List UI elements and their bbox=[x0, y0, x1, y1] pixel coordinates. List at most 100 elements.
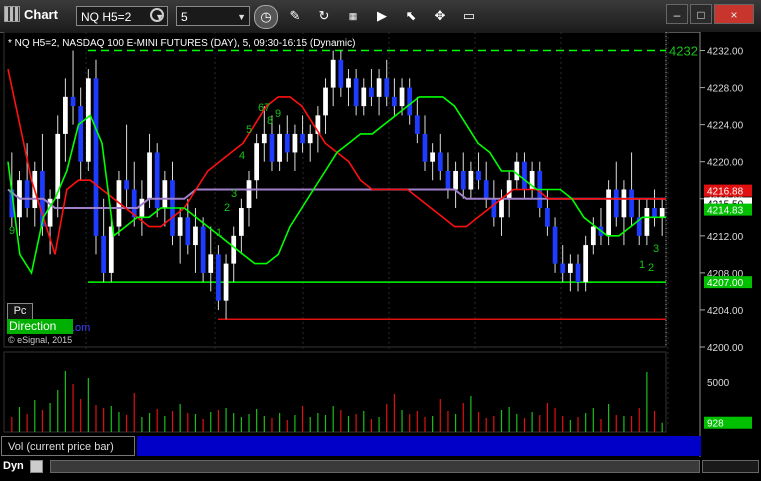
candle-body bbox=[522, 161, 527, 190]
price-chart[interactable]: 67 9854321931 24232 4232.004228.004224.0042… bbox=[0, 32, 761, 457]
candle-body bbox=[422, 133, 428, 162]
chart-info-text: * NQ H5=2, NASDAQ 100 E-MINI FUTURES (DA… bbox=[8, 38, 356, 49]
candle-body bbox=[606, 189, 611, 236]
candle-body bbox=[277, 133, 282, 162]
pc-label[interactable]: Pc bbox=[7, 303, 33, 320]
price-tick-label: 4200.00 bbox=[707, 343, 744, 354]
candle-body bbox=[346, 78, 351, 88]
gear-icon[interactable] bbox=[150, 8, 164, 22]
candle-body bbox=[361, 87, 367, 107]
candle-body bbox=[93, 78, 99, 236]
setup-count-label: 2 bbox=[648, 262, 654, 274]
candle-body bbox=[430, 152, 436, 162]
candle-body bbox=[621, 189, 627, 218]
candle-body bbox=[216, 254, 221, 301]
candle-body bbox=[24, 180, 30, 209]
crosshair-icon[interactable]: ✥ bbox=[429, 5, 451, 27]
candle-body bbox=[231, 235, 237, 264]
candle-body bbox=[567, 263, 573, 273]
candle-body bbox=[300, 133, 305, 144]
horizontal-scrollbar[interactable] bbox=[50, 460, 700, 473]
cursor-icon[interactable]: ⬉ bbox=[400, 5, 422, 27]
chevron-down-icon[interactable]: ▼ bbox=[237, 7, 246, 27]
setup-count-label: 5 bbox=[246, 124, 252, 136]
candle-body bbox=[101, 235, 107, 273]
candle-body bbox=[200, 226, 206, 273]
candle-body bbox=[476, 170, 481, 181]
price-tick-label: 4220.00 bbox=[707, 158, 744, 169]
candle-body bbox=[78, 106, 84, 162]
candle-body bbox=[445, 170, 451, 190]
candle-body bbox=[323, 87, 328, 116]
setup-count-label: 67 bbox=[258, 102, 270, 114]
candle-body bbox=[193, 226, 198, 246]
candle-body bbox=[269, 133, 275, 162]
setup-count-label: 4 bbox=[239, 150, 245, 162]
play-icon[interactable]: ▶ bbox=[371, 5, 393, 27]
scrollbar-track-right[interactable] bbox=[702, 460, 759, 473]
candle-body bbox=[590, 226, 596, 246]
candle-body bbox=[208, 254, 214, 273]
zoom-icon[interactable] bbox=[30, 460, 43, 473]
price-tick-label: 4212.00 bbox=[707, 232, 744, 243]
price-tick-label: 4224.00 bbox=[707, 121, 744, 132]
setup-count-label: 3 bbox=[653, 243, 659, 255]
candle-body bbox=[491, 198, 497, 218]
clock-icon[interactable]: ◷ bbox=[254, 5, 278, 29]
candle-body bbox=[384, 78, 390, 97]
candle-body bbox=[407, 87, 413, 116]
candle-body bbox=[254, 143, 260, 181]
interval-input[interactable]: 5 ▼ bbox=[176, 6, 250, 26]
window-title-label: Chart bbox=[24, 6, 58, 22]
volume-study-bar[interactable] bbox=[137, 436, 701, 456]
candle-body bbox=[307, 133, 313, 144]
candle-body bbox=[644, 208, 650, 236]
price-tag-label: 4216.88 bbox=[707, 187, 744, 198]
setup-count-label: 9 bbox=[9, 225, 15, 237]
candle-body bbox=[652, 208, 657, 218]
copyright-text: © eSignal, 2015 bbox=[8, 335, 73, 345]
direction-tail-text: .om bbox=[72, 322, 91, 334]
candle-body bbox=[483, 180, 489, 199]
chart-grid-icon bbox=[4, 6, 20, 22]
ohlc-icon[interactable]: ▦ bbox=[342, 5, 364, 27]
volume-study-label[interactable]: Vol (current price bar) bbox=[1, 436, 135, 456]
candle-body bbox=[376, 78, 382, 97]
pencil-icon[interactable]: ✎ bbox=[284, 5, 306, 27]
candle-body bbox=[162, 180, 168, 209]
price-tag-label: 4214.83 bbox=[707, 206, 744, 217]
candle-body bbox=[399, 87, 405, 107]
volume-tick-label: 5000 bbox=[707, 378, 730, 389]
candle-body bbox=[177, 217, 183, 236]
price-tick-label: 4204.00 bbox=[707, 306, 744, 317]
candle-body bbox=[261, 133, 267, 144]
candle-body bbox=[392, 96, 397, 107]
close-button[interactable]: × bbox=[714, 4, 754, 24]
candle-body bbox=[369, 87, 374, 97]
setup-count-label: 1 bbox=[639, 259, 645, 271]
candle-body bbox=[460, 170, 466, 190]
comment-icon[interactable]: ▭ bbox=[458, 5, 480, 27]
candle-body bbox=[185, 217, 191, 246]
candle-body bbox=[284, 133, 290, 153]
candle-body bbox=[506, 180, 512, 199]
candle-body bbox=[124, 180, 129, 190]
candle-body bbox=[514, 161, 520, 181]
dyn-label[interactable]: Dyn bbox=[3, 460, 24, 472]
candle-body bbox=[147, 152, 152, 199]
minimize-button[interactable]: – bbox=[666, 4, 688, 24]
candle-body bbox=[223, 263, 229, 301]
setup-count-label: 8 bbox=[267, 115, 273, 127]
maximize-button[interactable]: □ bbox=[690, 4, 712, 24]
refresh-icon[interactable]: ↻ bbox=[313, 5, 335, 27]
candle-body bbox=[238, 208, 244, 236]
candle-body bbox=[629, 189, 634, 218]
candle-body bbox=[468, 170, 474, 190]
candle-body bbox=[560, 263, 566, 273]
candle-body bbox=[453, 170, 458, 190]
direction-label[interactable]: Direction bbox=[7, 319, 73, 334]
candle-body bbox=[85, 78, 91, 162]
candle-body bbox=[437, 152, 443, 171]
candle-body bbox=[292, 133, 298, 153]
candle-body bbox=[70, 96, 76, 107]
